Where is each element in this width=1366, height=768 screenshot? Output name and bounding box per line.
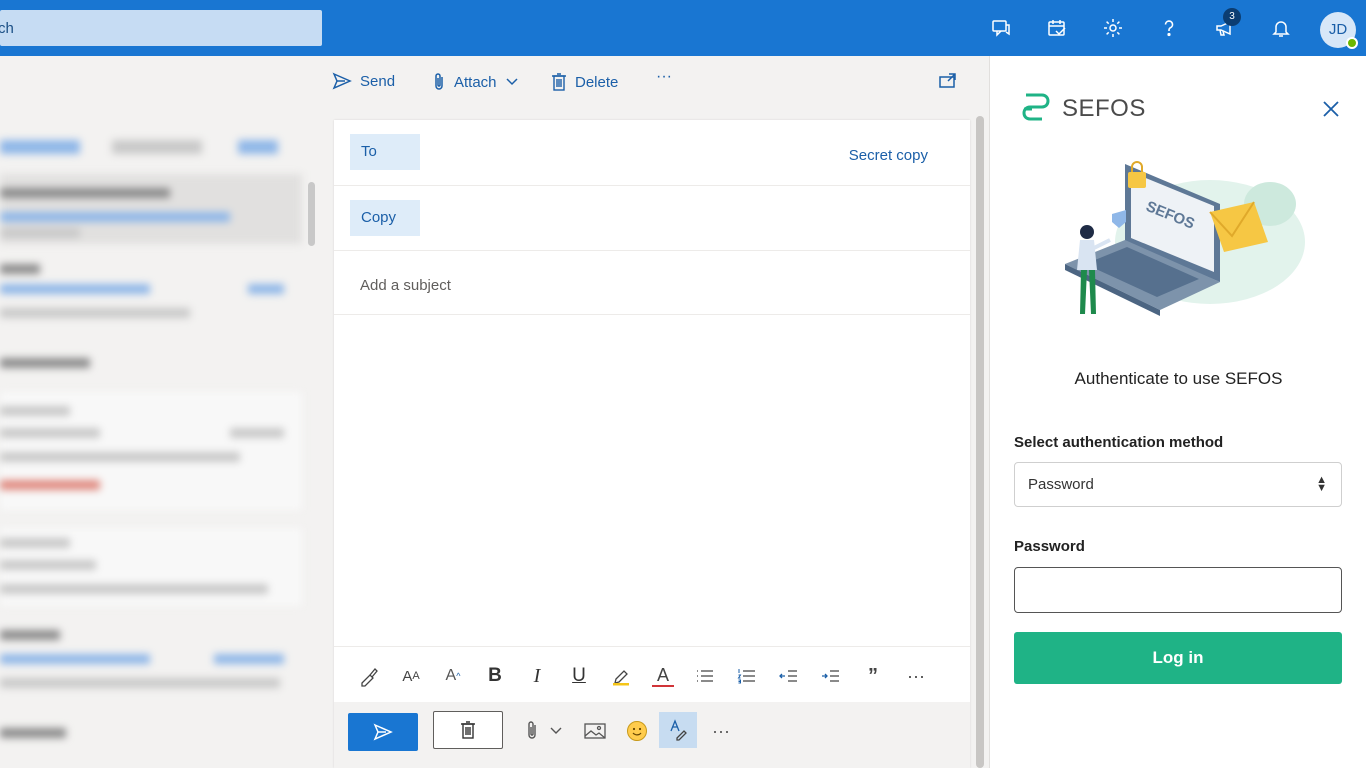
compose-card: To Secret copy Copy Add a subject AA A ^ …	[334, 120, 970, 768]
sefos-logo: SEFOS	[1020, 89, 1146, 129]
gear-icon[interactable]	[1099, 14, 1127, 42]
highlight-icon[interactable]	[610, 665, 632, 687]
delete-toolbar-button[interactable]: Delete	[551, 72, 618, 92]
trash-icon	[552, 73, 566, 91]
method-label: Select authentication method	[1014, 434, 1224, 451]
numbering-icon[interactable]	[736, 665, 758, 687]
subject-row[interactable]: Add a subject	[334, 251, 970, 315]
pane-scrollbar[interactable]	[976, 116, 984, 768]
compose-area: To Secret copy Copy Add a subject AA A ^ …	[322, 108, 989, 768]
attach-label: Attach	[454, 73, 497, 91]
editor-icon[interactable]	[659, 712, 697, 748]
megaphone-icon[interactable]: 3	[1211, 8, 1241, 42]
attach-toolbar-button[interactable]: Attach	[432, 72, 519, 92]
search-text: ch	[0, 20, 14, 37]
compose-action-bar: ···	[334, 702, 970, 768]
copy-row: Copy	[334, 186, 970, 251]
bullets-icon[interactable]	[694, 665, 716, 687]
search-input[interactable]: ch	[0, 10, 322, 46]
send-button[interactable]	[348, 713, 418, 751]
popout-icon	[939, 73, 956, 88]
sefos-brand-text: SEFOS	[1062, 95, 1146, 122]
auth-method-value: Password	[1028, 476, 1094, 493]
copy-label: Copy	[361, 209, 397, 226]
avatar[interactable]: JD	[1320, 12, 1358, 49]
top-bar: ch 3 JD	[0, 0, 1366, 56]
password-input[interactable]	[1014, 567, 1342, 613]
chevron-down-icon	[506, 78, 518, 86]
paperclip-icon	[435, 73, 443, 90]
send-icon	[373, 723, 393, 741]
delete-label: Delete	[575, 73, 619, 91]
popout-button[interactable]	[938, 72, 958, 90]
send-toolbar-button[interactable]: Send	[332, 72, 395, 90]
message-list[interactable]	[0, 56, 322, 768]
presence-dot	[1346, 37, 1358, 49]
copy-button[interactable]: Copy	[350, 200, 420, 236]
notification-badge: 3	[1223, 8, 1241, 26]
select-arrows-icon: ▲ ▼	[1316, 474, 1327, 494]
italic-button[interactable]: I	[526, 665, 548, 687]
compose-toolbar: Send Attach Delete ···	[322, 56, 989, 108]
emoji-icon[interactable]	[624, 718, 650, 744]
sefos-panel: SEFOS SEFOS Authenticate to use SEFOS Se…	[989, 56, 1366, 768]
send-label: Send	[360, 72, 396, 90]
quote-button[interactable]: ”	[862, 665, 884, 687]
underline-button[interactable]: U	[568, 665, 590, 687]
to-label: To	[361, 143, 377, 160]
discard-button[interactable]	[433, 711, 503, 749]
font-color-button[interactable]: A	[652, 665, 674, 687]
bell-icon[interactable]	[1267, 14, 1295, 42]
password-label: Password	[1014, 538, 1085, 555]
calendar-check-icon[interactable]	[1043, 14, 1071, 42]
close-icon	[1323, 101, 1339, 117]
attach-icon[interactable]	[522, 718, 542, 744]
login-button[interactable]: Log in	[1014, 632, 1342, 684]
subject-input[interactable]: Add a subject	[360, 277, 451, 294]
sefos-logo-icon	[1022, 93, 1050, 121]
more-label: ···	[656, 68, 672, 85]
grow-font-icon[interactable]: A ^	[442, 665, 464, 687]
auth-title: Authenticate to use SEFOS	[1074, 369, 1283, 388]
increase-indent-icon[interactable]	[820, 665, 842, 687]
insert-picture-icon[interactable]	[582, 718, 608, 744]
avatar-initials: JD	[1328, 21, 1348, 38]
to-button[interactable]: To	[350, 134, 420, 170]
font-size-icon[interactable]: AA	[400, 665, 422, 687]
to-row: To Secret copy	[334, 120, 970, 186]
chevron-down-icon[interactable]	[546, 718, 566, 744]
list-scrollbar[interactable]	[308, 182, 315, 246]
bold-button[interactable]: B	[484, 665, 506, 687]
format-more-button[interactable]: ···	[904, 665, 928, 687]
decrease-indent-icon[interactable]	[778, 665, 800, 687]
trash-icon	[461, 721, 475, 739]
auth-method-select[interactable]: Password ▲ ▼	[1014, 462, 1342, 507]
help-icon[interactable]	[1155, 14, 1183, 42]
action-more-button[interactable]: ···	[708, 718, 734, 744]
close-button[interactable]	[1320, 98, 1342, 120]
send-icon	[332, 72, 352, 90]
secret-copy-link[interactable]: Secret copy	[849, 147, 928, 164]
chat-icon[interactable]	[987, 14, 1015, 42]
laptop-illustration: SEFOS	[1050, 152, 1310, 342]
message-body[interactable]	[334, 315, 970, 646]
format-bar: AA A ^ B I U A ” ···	[334, 646, 970, 702]
more-toolbar-button[interactable]: ···	[656, 68, 672, 86]
format-painter-icon[interactable]	[358, 665, 380, 687]
